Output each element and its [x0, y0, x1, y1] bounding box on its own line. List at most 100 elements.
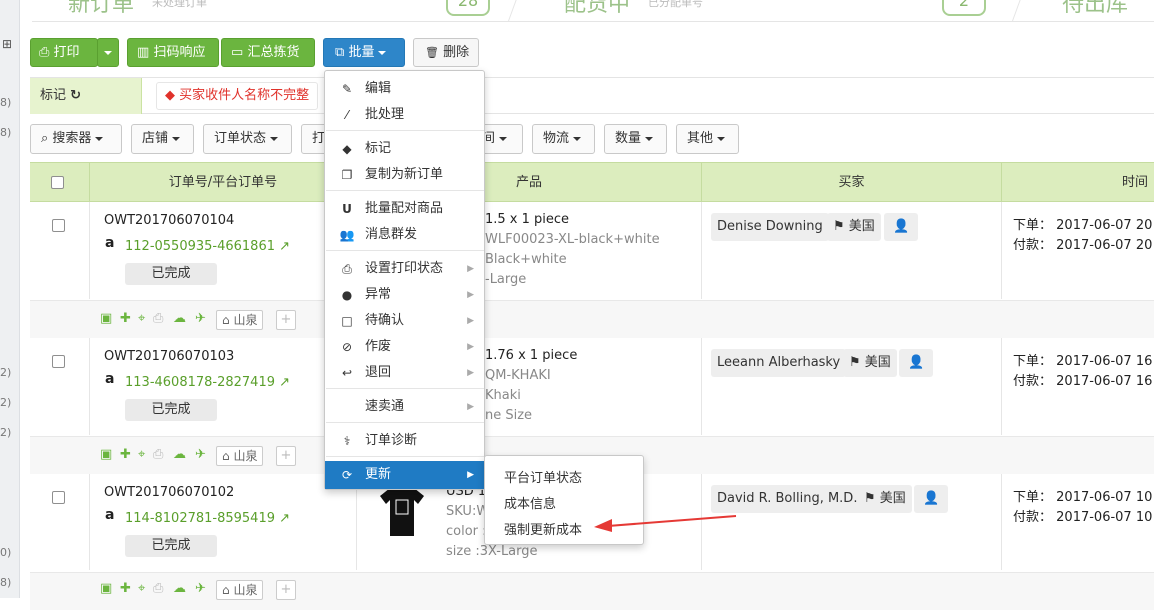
buyer-name[interactable]: David R. Bolling, M.D. — [711, 485, 864, 513]
caret-down-icon — [645, 136, 654, 141]
stat-count-picking[interactable]: 2 — [942, 0, 986, 16]
tag-bar: 标记 ↻ ◆ 买家收件人名称不完整 — [30, 77, 1154, 114]
map-marker-icon[interactable]: ⌖ — [138, 311, 145, 326]
submenu-item-force-update-cost[interactable]: 强制更新成本 — [504, 519, 582, 538]
menu-item-mark[interactable]: ◆ 标记 — [325, 136, 484, 162]
plane-icon[interactable]: ✈ — [195, 447, 206, 462]
batch-button[interactable]: ⧉ 批量 — [323, 38, 405, 67]
filter-store[interactable]: 店铺 — [131, 124, 194, 154]
filter-other[interactable]: 其他 — [676, 124, 739, 154]
pay-time: 付款： 2017-06-07 20 — [1013, 238, 1153, 253]
row-checkbox[interactable] — [52, 491, 65, 504]
menu-item-order-diagnosis[interactable]: ⚕ 订单诊断 — [325, 428, 484, 454]
print-icon[interactable]: ⎙ — [153, 581, 163, 596]
user-icon[interactable]: 👤 — [914, 485, 949, 513]
money-icon[interactable]: ▣ — [100, 447, 112, 462]
menu-item-print-status[interactable]: ⎙ 设置打印状态 ▶ — [325, 256, 484, 282]
platform-order-link[interactable]: 113-4608178-2827419 ↗ — [125, 375, 290, 390]
menu-item-aliexpress[interactable]: 速卖通 ▶ — [325, 394, 484, 420]
gift-icon[interactable]: ✚ — [120, 311, 131, 326]
filter-search[interactable]: ⌕ 搜索器 — [30, 124, 122, 154]
edit-icon: ✎ — [341, 82, 353, 96]
magnet-icon: U — [342, 202, 352, 216]
map-marker-icon[interactable]: ⌖ — [138, 581, 145, 596]
plane-icon[interactable]: ✈ — [195, 581, 206, 596]
select-all-checkbox[interactable] — [51, 176, 64, 189]
menu-item-edit[interactable]: ✎ 编辑 — [325, 76, 484, 102]
cloud-upload-icon[interactable]: ☁ — [173, 581, 186, 596]
warehouse-button[interactable]: ⌂ 山泉 — [216, 580, 264, 600]
menu-item-void[interactable]: ⊘ 作废 ▶ — [325, 334, 484, 360]
print-button[interactable]: ⎙ 打印 — [30, 38, 98, 67]
filter-label: 店铺 — [142, 131, 169, 146]
stat-count-new[interactable]: 28 — [446, 0, 490, 16]
order-number[interactable]: OWT201706070103 — [104, 349, 234, 364]
caret-down-icon — [104, 50, 112, 55]
row-checkbox[interactable] — [52, 355, 65, 368]
refresh-icon[interactable]: ↻ — [70, 88, 81, 103]
gift-icon[interactable]: ✚ — [120, 581, 131, 596]
stat-title-picking[interactable]: 配货中 — [564, 0, 630, 18]
filter-order-status[interactable]: 订单状态 — [203, 124, 292, 154]
menu-item-exception[interactable]: ● 异常 ▶ — [325, 282, 484, 308]
delete-button[interactable]: 🗑 删除 — [413, 38, 479, 67]
menu-item-update[interactable]: ⟳ 更新 ▶ — [325, 461, 484, 489]
add-button[interactable]: + — [276, 446, 296, 466]
menu-item-pending[interactable]: □ 待确认 ▶ — [325, 308, 484, 334]
warehouse-button[interactable]: ⌂ 山泉 — [216, 310, 264, 330]
submenu-item-platform-status[interactable]: 平台订单状态 — [504, 467, 582, 486]
user-icon[interactable]: 👤 — [899, 349, 934, 377]
cloud-upload-icon[interactable]: ☁ — [173, 311, 186, 326]
menu-item-copy-new-order[interactable]: ❐ 复制为新订单 — [325, 162, 484, 188]
menu-item-message-broadcast[interactable]: 👥 消息群发 — [325, 222, 484, 248]
buyer-name[interactable]: Denise Downing — [711, 213, 829, 241]
row-checkbox[interactable] — [52, 219, 65, 232]
count-label: 2) — [0, 426, 12, 439]
gift-icon[interactable]: ✚ — [120, 447, 131, 462]
count-label: 2) — [0, 366, 12, 379]
tag-buyer-incomplete[interactable]: ◆ 买家收件人名称不完整 — [156, 82, 319, 110]
status-badge: 已完成 — [125, 399, 217, 421]
map-marker-icon[interactable]: ⌖ — [138, 447, 145, 462]
menu-item-batch-match[interactable]: U 批量配对商品 — [325, 196, 484, 222]
add-button[interactable]: + — [276, 580, 296, 600]
pay-time: 付款： 2017-06-07 10 — [1013, 510, 1153, 525]
print-icon[interactable]: ⎙ — [153, 447, 163, 462]
filter-quantity[interactable]: 数量 — [604, 124, 667, 154]
order-number[interactable]: OWT201706070104 — [104, 213, 234, 228]
status-badge: 已完成 — [125, 263, 217, 285]
menu-item-return[interactable]: ↩ 退回 ▶ — [325, 360, 484, 386]
print-dropdown-toggle[interactable] — [97, 38, 119, 67]
menu-item-label: 速卖通 — [365, 399, 405, 414]
filter-logistics[interactable]: 物流 — [532, 124, 595, 154]
square-icon: □ — [341, 314, 353, 328]
submenu-item-cost-info[interactable]: 成本信息 — [504, 493, 556, 512]
buyer-name[interactable]: Leeann Alberhasky — [711, 349, 847, 377]
scan-label: 扫码响应 — [153, 45, 206, 60]
stat-title-outbound[interactable]: 待出库 — [1062, 0, 1128, 18]
menu-item-batch-process[interactable]: ⁄ 批处理 — [325, 102, 484, 128]
buyer-country: ⚑ 美国 — [827, 213, 881, 241]
order-number[interactable]: OWT201706070102 — [104, 485, 234, 500]
add-button[interactable]: + — [276, 310, 296, 330]
sitemap-icon[interactable]: ⊞ — [2, 37, 12, 51]
platform-order-link[interactable]: 112-0550935-4661861 ↗ — [125, 239, 290, 254]
cloud-upload-icon[interactable]: ☁ — [173, 447, 186, 462]
platform-order-link[interactable]: 114-8102781-8595419 ↗ — [125, 511, 290, 526]
divider — [504, 0, 550, 21]
stat-title-new[interactable]: 新订单 — [68, 0, 134, 18]
summary-pick-button[interactable]: ▭ 汇总拣货 — [221, 38, 315, 67]
plane-icon[interactable]: ✈ — [195, 311, 206, 326]
product-thumbnail[interactable] — [376, 482, 428, 538]
money-icon[interactable]: ▣ — [100, 581, 112, 596]
table-row: OWT201706070103 a 113-4608178-2827419 ↗ … — [30, 338, 1154, 474]
money-icon[interactable]: ▣ — [100, 311, 112, 326]
chevron-right-icon: ▶ — [467, 402, 474, 412]
user-icon[interactable]: 👤 — [884, 213, 919, 241]
warehouse-button[interactable]: ⌂ 山泉 — [216, 446, 264, 466]
refresh-icon: ⟳ — [341, 468, 353, 482]
batch-dropdown-menu: ✎ 编辑 ⁄ 批处理 ◆ 标记 ❐ 复制为新订单 U 批量配对商品 👥 消息群发 ⎙ 设置打印… — [324, 70, 485, 490]
scan-response-button[interactable]: ▥ 扫码响应 — [127, 38, 219, 67]
mark-filter[interactable]: 标记 ↻ — [30, 78, 142, 114]
print-icon[interactable]: ⎙ — [153, 311, 163, 326]
